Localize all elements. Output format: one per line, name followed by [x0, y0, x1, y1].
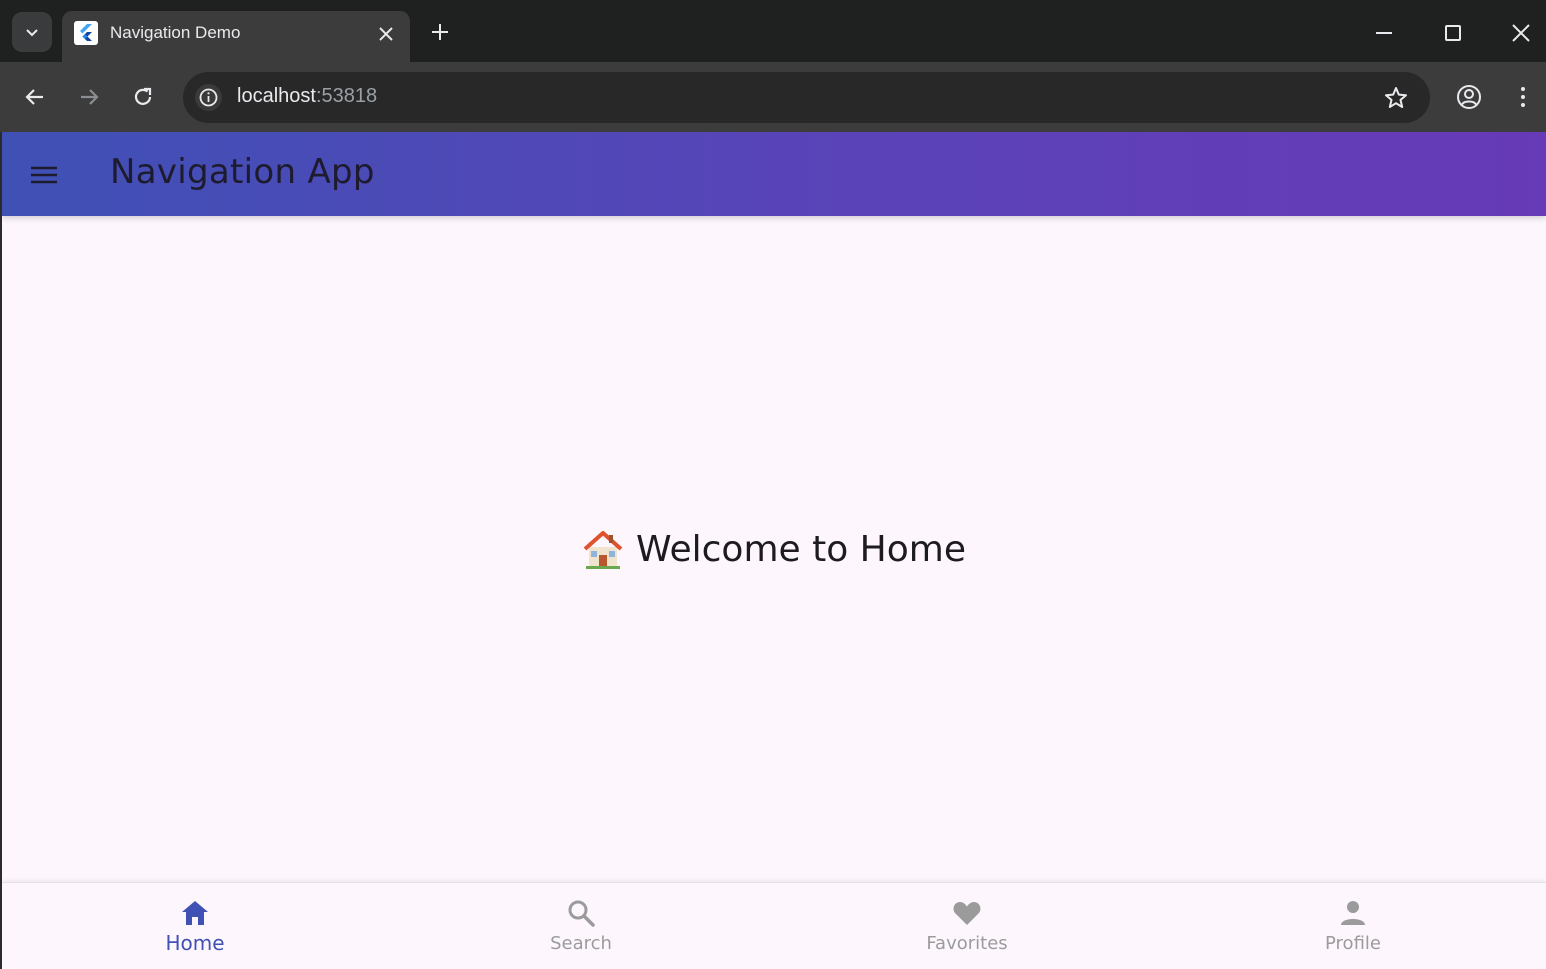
- nav-item-favorites[interactable]: Favorites: [774, 883, 1160, 969]
- home-icon: [182, 901, 208, 925]
- reload-icon[interactable]: [127, 81, 159, 113]
- nav-item-home[interactable]: Home: [2, 883, 388, 969]
- maximize-icon[interactable]: [1440, 20, 1466, 46]
- bottom-navigation-bar: Home Search Favorites Profile: [2, 882, 1546, 969]
- nav-item-search[interactable]: Search: [388, 883, 774, 969]
- house-icon: [583, 531, 623, 569]
- tab-title: Navigation Demo: [110, 23, 241, 42]
- close-window-icon[interactable]: [1508, 20, 1534, 46]
- app-viewport: Navigation App Welcome to Home Home Sear…: [2, 132, 1546, 969]
- browser-tab-active[interactable]: Navigation Demo: [62, 11, 410, 62]
- more-vert-icon[interactable]: [1507, 81, 1539, 113]
- arrow-right-icon[interactable]: [73, 81, 105, 113]
- info-icon: [199, 88, 218, 107]
- chevron-down-icon: [26, 29, 38, 37]
- person-icon: [1341, 901, 1365, 925]
- nav-item-profile[interactable]: Profile: [1160, 883, 1546, 969]
- account-circle-icon[interactable]: [1453, 81, 1485, 113]
- search-icon: [568, 900, 595, 927]
- nav-label-profile: Profile: [1325, 933, 1381, 954]
- home-page-body: Welcome to Home: [2, 216, 1546, 882]
- star-icon[interactable]: [1382, 84, 1410, 112]
- site-info-button[interactable]: [195, 84, 222, 111]
- welcome-text: Welcome to Home: [635, 528, 966, 570]
- nav-label-search: Search: [550, 933, 612, 954]
- browser-tab-strip: Navigation Demo: [0, 0, 1546, 62]
- minimize-icon[interactable]: [1371, 20, 1397, 46]
- plus-icon[interactable]: [427, 19, 453, 45]
- hamburger-menu-icon[interactable]: [26, 159, 62, 191]
- nav-label-home: Home: [165, 931, 225, 955]
- nav-label-favorites: Favorites: [926, 933, 1008, 954]
- url-text[interactable]: localhost:53818: [237, 85, 377, 108]
- app-bar: Navigation App: [2, 132, 1546, 216]
- close-icon[interactable]: [374, 22, 398, 46]
- url-port: :53818: [315, 85, 378, 107]
- arrow-left-icon[interactable]: [19, 81, 51, 113]
- address-bar[interactable]: localhost:53818: [183, 72, 1430, 123]
- heart-icon: [953, 902, 981, 925]
- flutter-icon: [74, 21, 98, 45]
- browser-toolbar: localhost:53818: [0, 62, 1546, 132]
- tab-search-button[interactable]: [12, 12, 52, 52]
- page-title: Navigation App: [110, 152, 375, 192]
- url-host: localhost: [237, 85, 316, 107]
- welcome-heading: Welcome to Home: [582, 528, 966, 570]
